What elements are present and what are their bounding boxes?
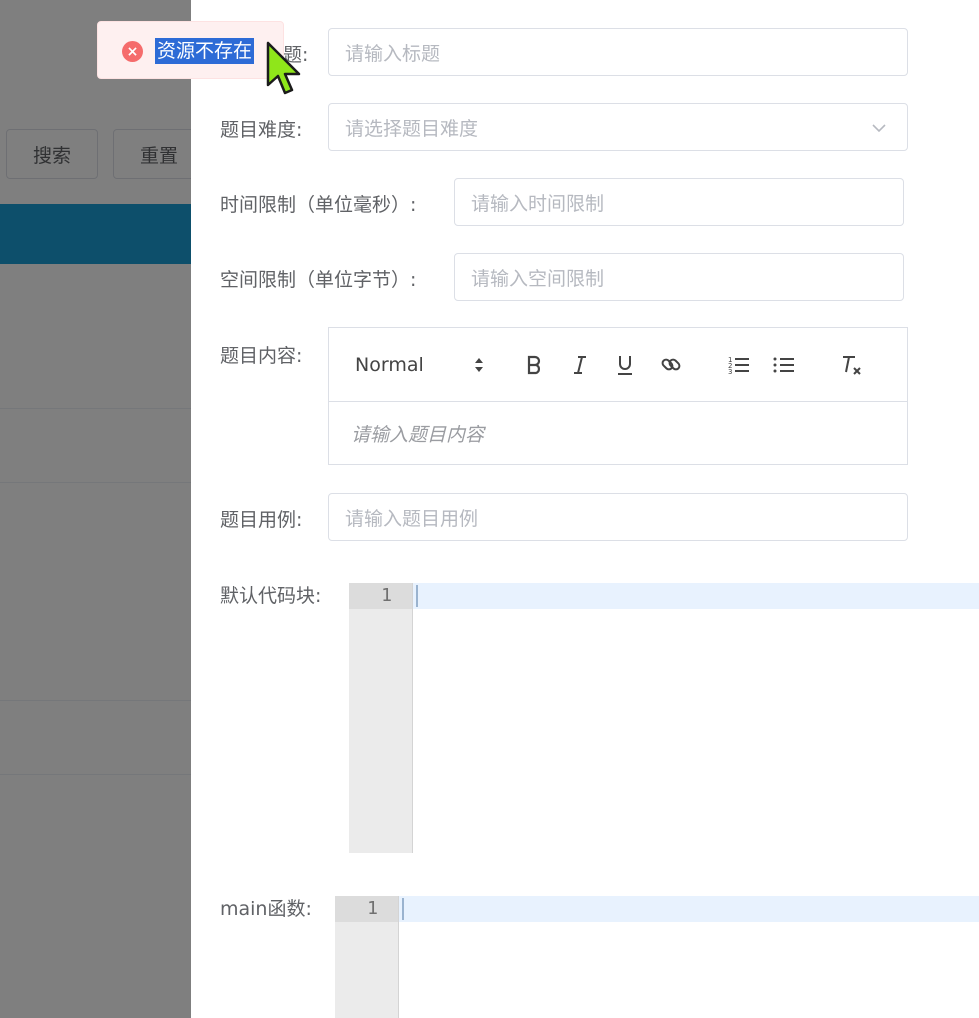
error-toast: × 资源不存在 — [97, 21, 284, 79]
mouse-pointer-icon — [266, 41, 301, 95]
default-code-editor[interactable]: 1 — [349, 583, 979, 853]
space-limit-input[interactable]: 请输入空间限制 — [454, 253, 904, 301]
sort-arrows-icon — [475, 358, 483, 372]
time-limit-label: 时间限制（单位毫秒）: — [220, 194, 417, 216]
text-cursor — [416, 585, 418, 607]
difficulty-select[interactable]: 请选择题目难度 — [328, 103, 908, 151]
line-number: 1 — [381, 585, 392, 606]
text-cursor — [402, 898, 404, 920]
chevron-down-icon — [872, 124, 886, 133]
toast-message: 资源不存在 — [155, 38, 255, 64]
ordered-list-icon: 1 2 3 — [728, 356, 749, 375]
default-code-label: 默认代码块: — [220, 585, 322, 607]
bold-icon — [527, 355, 541, 375]
underline-icon — [618, 356, 632, 375]
bold-button[interactable] — [523, 350, 547, 380]
question-edit-drawer: 题: 请输入标题 题目难度: 请选择题目难度 时间限制（单位毫秒）: 请输入时间… — [191, 0, 979, 1018]
active-line — [413, 583, 979, 609]
difficulty-label: 题目难度: — [220, 119, 303, 141]
example-input[interactable]: 请输入题目用例 — [328, 493, 908, 541]
header-select-value: Normal — [355, 354, 424, 376]
space-limit-label: 空间限制（单位字节）: — [220, 269, 417, 291]
clear-format-icon — [843, 356, 861, 375]
main-function-label: main函数: — [220, 898, 312, 920]
italic-icon — [574, 356, 586, 374]
editor-toolbar: Normal 1 2 3 — [329, 328, 907, 402]
clean-format-button[interactable] — [838, 350, 864, 380]
line-number-gutter — [349, 583, 413, 853]
active-gutter-line: 1 — [349, 583, 412, 609]
link-button[interactable] — [658, 350, 684, 380]
active-gutter-line: 1 — [335, 896, 398, 922]
close-circle-icon: × — [122, 41, 143, 62]
example-label: 题目用例: — [220, 509, 303, 531]
title-input[interactable]: 请输入标题 — [328, 28, 908, 76]
bullet-list-icon — [773, 357, 794, 373]
difficulty-placeholder: 请选择题目难度 — [345, 117, 479, 140]
content-label: 题目内容: — [220, 345, 303, 367]
ordered-list-button[interactable]: 1 2 3 — [726, 350, 752, 380]
line-number: 1 — [367, 898, 378, 919]
rich-text-editor: Normal 1 2 3 请输入题目内容 — [328, 327, 908, 465]
bullet-list-button[interactable] — [771, 350, 797, 380]
active-line — [399, 896, 979, 922]
svg-text:3: 3 — [728, 368, 732, 375]
header-select[interactable]: Normal — [355, 350, 485, 380]
underline-button[interactable] — [613, 350, 637, 380]
italic-button[interactable] — [568, 350, 592, 380]
main-function-editor[interactable]: 1 — [335, 896, 979, 1018]
time-limit-input[interactable]: 请输入时间限制 — [454, 178, 904, 226]
link-icon — [661, 358, 681, 371]
editor-content[interactable]: 请输入题目内容 — [351, 420, 484, 447]
